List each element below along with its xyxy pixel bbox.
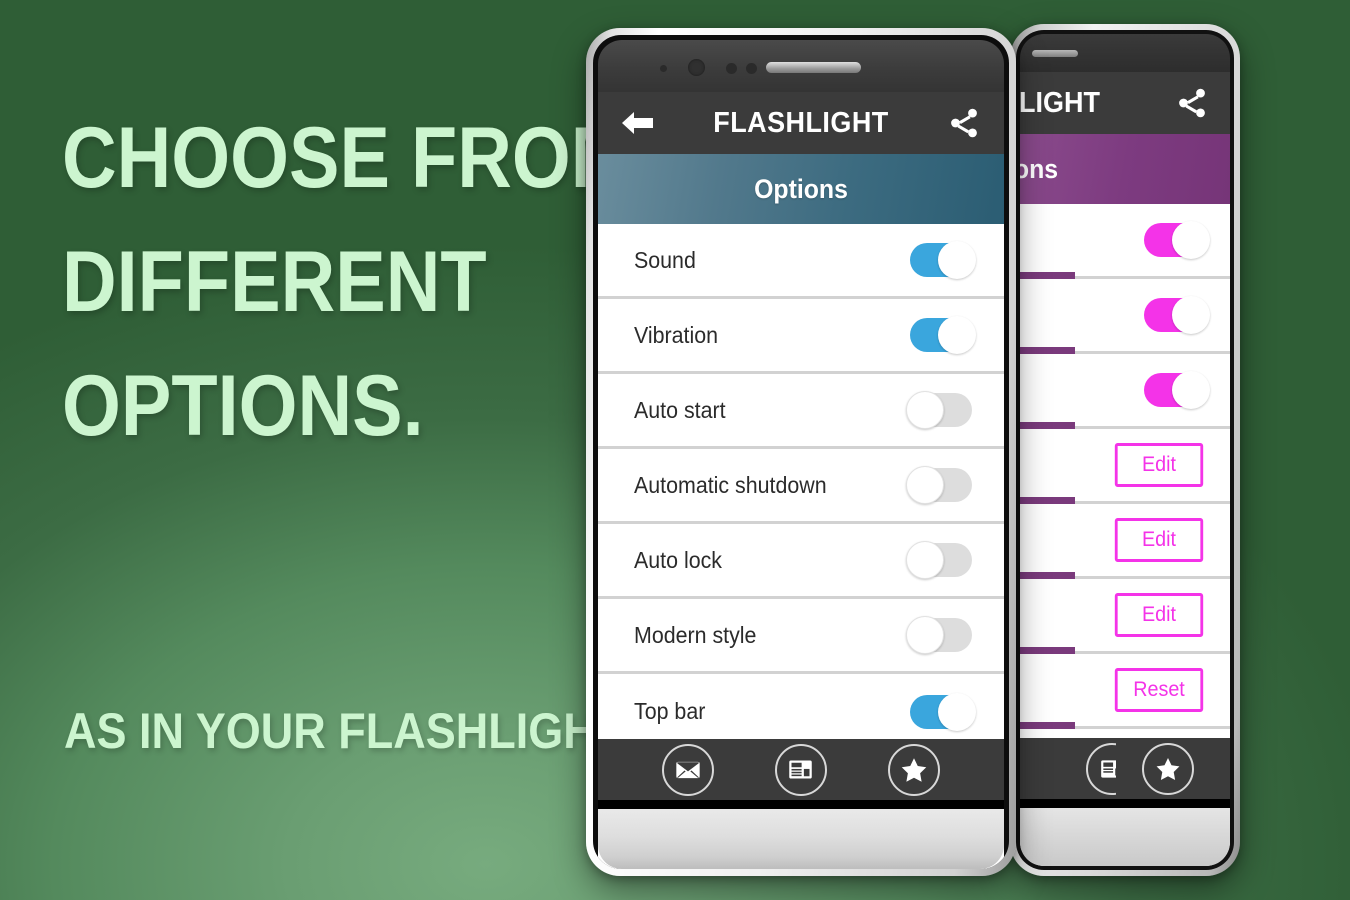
toggle-knob	[938, 692, 976, 731]
sensor-dot-icon	[660, 65, 667, 72]
headline-line-1: CHOOSE FROM	[62, 110, 634, 206]
promo-tagline: AS IN YOUR FLASHLIGHT	[64, 703, 624, 759]
earpiece-speaker-icon	[1032, 50, 1078, 57]
share-icon[interactable]	[1170, 81, 1214, 125]
setting-row-top-bar[interactable]: Top bar	[598, 674, 1004, 739]
toggle-switch[interactable]	[1144, 296, 1210, 334]
toggle-switch[interactable]	[1144, 221, 1210, 259]
toggle-knob	[906, 466, 944, 504]
phone-front-bezel: FLASHLIGHT Options Sound Vibration Auto …	[593, 35, 1009, 869]
promo-screenshot: CHOOSE FROM DIFFERENT OPTIONS. AS IN YOU…	[0, 0, 1350, 900]
news-icon[interactable]	[774, 743, 827, 796]
section-header-label: Options	[754, 173, 848, 204]
headline-line-2: DIFFERENT	[62, 234, 487, 330]
toggle-knob	[1172, 371, 1210, 409]
toggle-switch-vibration[interactable]	[910, 316, 976, 354]
toggle-knob	[1172, 221, 1210, 259]
edit-button[interactable]: Edit	[1114, 443, 1204, 487]
back-appbar-title: LIGHT	[1020, 86, 1100, 119]
setting-row-modern-style[interactable]: Modern style	[598, 599, 1004, 674]
edit-button[interactable]: Edit	[1114, 518, 1204, 562]
setting-row-automatic-shutdown[interactable]: Automatic shutdown	[598, 449, 1004, 524]
toggle-knob	[906, 616, 944, 654]
toggle-switch-automatic-shutdown[interactable]	[906, 466, 972, 504]
section-header-options: Options	[598, 154, 1004, 224]
toggle-switch-auto-lock[interactable]	[906, 541, 972, 579]
share-icon[interactable]	[942, 101, 986, 145]
phone-back-screen: LIGHT ons	[1020, 72, 1230, 866]
star-icon[interactable]	[887, 743, 940, 796]
back-bottom-toolbar	[1020, 738, 1230, 808]
phone-device-front: FLASHLIGHT Options Sound Vibration Auto …	[586, 28, 1016, 876]
toggle-switch-auto-start[interactable]	[906, 391, 972, 429]
app-title: FLASHLIGHT	[713, 106, 889, 139]
promo-headline: CHOOSE FROM DIFFERENT OPTIONS.	[62, 96, 634, 468]
setting-row-auto-start[interactable]: Auto start	[598, 374, 1004, 449]
front-camera-icon	[688, 59, 705, 76]
reset-button[interactable]: Reset	[1114, 668, 1204, 712]
back-row-toggle-1[interactable]	[1020, 204, 1230, 279]
back-row-edit-2[interactable]: Edit	[1020, 504, 1230, 579]
back-row-edit-3[interactable]: Edit	[1020, 579, 1230, 654]
setting-label: Auto start	[634, 396, 726, 423]
back-appbar: LIGHT	[1020, 72, 1230, 134]
setting-label: Sound	[634, 246, 696, 273]
phone-front-screen: FLASHLIGHT Options Sound Vibration Auto …	[598, 92, 1004, 869]
setting-label: Top bar	[634, 698, 706, 724]
setting-label: Auto lock	[634, 546, 722, 573]
edit-button[interactable]: Edit	[1114, 593, 1204, 637]
back-row-edit-1[interactable]: Edit	[1020, 429, 1230, 504]
bottom-toolbar	[598, 739, 1004, 809]
back-row-reset[interactable]: Reset	[1020, 654, 1230, 729]
phone-front-chin	[598, 809, 1004, 869]
news-icon-circle	[1086, 742, 1116, 795]
toggle-switch-sound[interactable]	[910, 241, 976, 279]
phone-back-chin	[1020, 808, 1230, 866]
sensor-dot-icon	[746, 63, 757, 74]
setting-row-vibration[interactable]: Vibration	[598, 299, 1004, 374]
news-icon[interactable]	[1086, 742, 1116, 795]
toggle-knob	[906, 541, 944, 579]
phone-back-top-strip	[1020, 34, 1230, 72]
setting-label: Vibration	[634, 321, 719, 348]
setting-label: Automatic shutdown	[634, 471, 827, 498]
earpiece-speaker-icon	[766, 62, 861, 73]
toggle-knob	[938, 316, 976, 354]
app-header-bar: FLASHLIGHT	[598, 92, 1004, 154]
mail-icon[interactable]	[662, 743, 715, 796]
back-section-header: ons	[1020, 134, 1230, 204]
back-arrow-icon[interactable]	[616, 101, 660, 145]
toggle-switch-modern-style[interactable]	[906, 616, 972, 654]
setting-label: Modern style	[634, 621, 757, 648]
toggle-switch-top-bar[interactable]	[910, 692, 976, 731]
setting-row-auto-lock[interactable]: Auto lock	[598, 524, 1004, 599]
back-settings-list: Edit Edit Edit Reset	[1020, 204, 1230, 738]
setting-row-sound[interactable]: Sound	[598, 224, 1004, 299]
back-section-header-label: ons	[1020, 153, 1059, 184]
back-row-toggle-2[interactable]	[1020, 279, 1230, 354]
phone-device-back: LIGHT ons	[1010, 24, 1240, 876]
phone-back-bezel: LIGHT ons	[1016, 30, 1234, 870]
sensor-dot-icon	[726, 63, 737, 74]
star-icon[interactable]	[1142, 742, 1194, 795]
settings-list: Sound Vibration Auto start Automatic shu…	[598, 224, 1004, 739]
toggle-knob	[938, 241, 976, 279]
toggle-knob	[906, 391, 944, 429]
toggle-switch[interactable]	[1144, 371, 1210, 409]
back-row-toggle-3[interactable]	[1020, 354, 1230, 429]
headline-line-3: OPTIONS.	[62, 358, 424, 454]
toggle-knob	[1172, 296, 1210, 334]
phone-front-top-strip	[598, 40, 1004, 92]
